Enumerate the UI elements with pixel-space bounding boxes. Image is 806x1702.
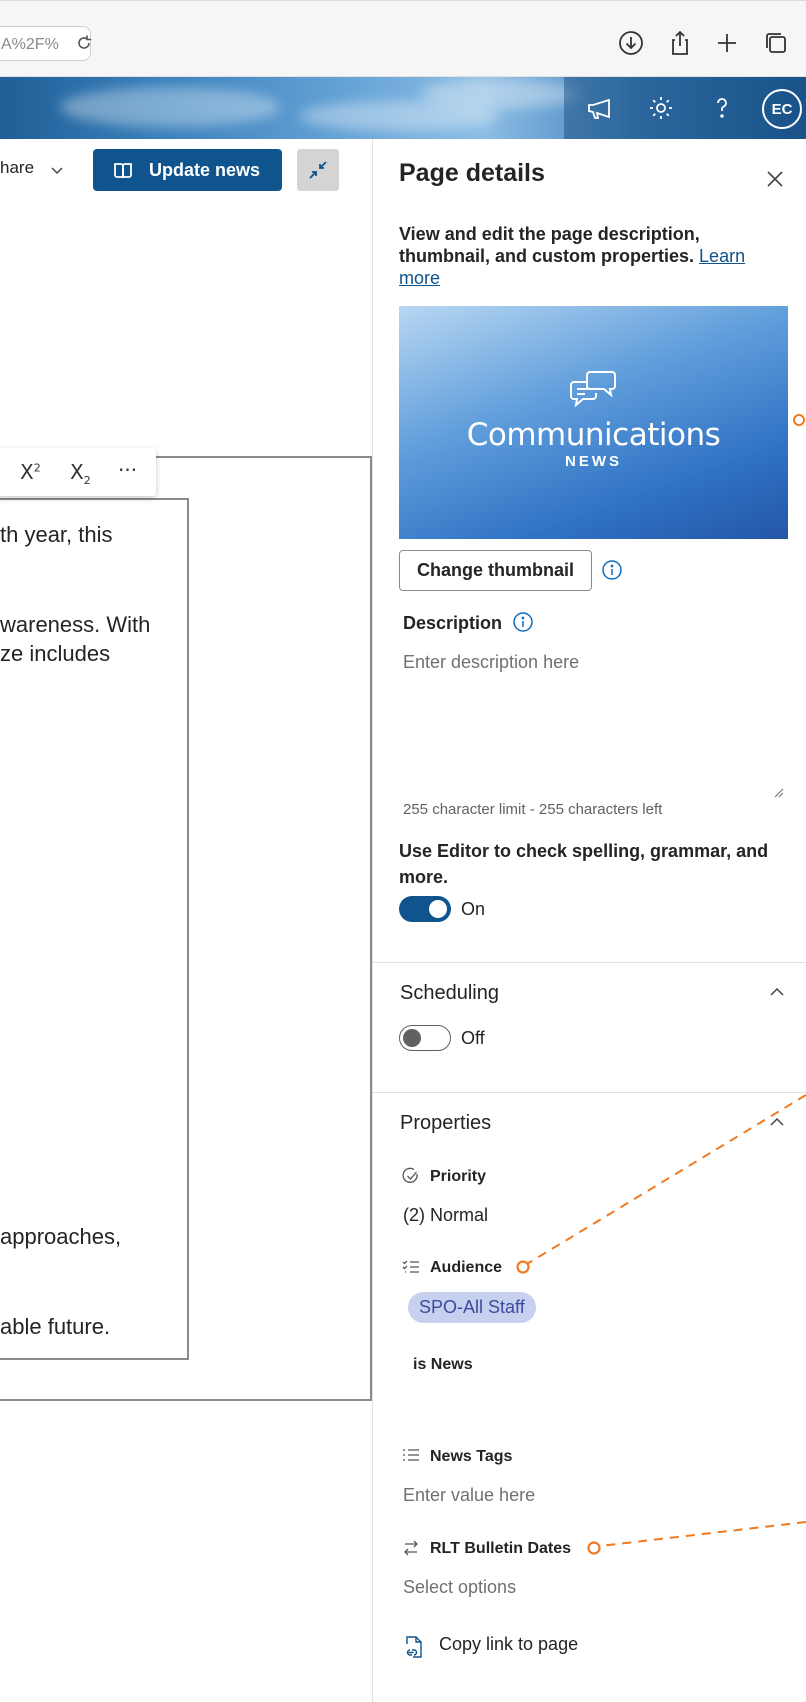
info-icon[interactable] (512, 611, 534, 633)
chevron-up-icon[interactable] (769, 984, 785, 1000)
check-circle-icon (402, 1167, 418, 1183)
list-icon (403, 1449, 419, 1461)
body-text-line: wareness. With (0, 612, 151, 637)
rlt-bulletin-dates-select[interactable]: Select options (403, 1577, 516, 1598)
site-header-banner (0, 77, 806, 139)
description-input[interactable]: Enter description here (399, 640, 785, 800)
divider (373, 962, 806, 963)
priority-label: Priority (430, 1168, 487, 1185)
news-tags-label: News Tags (430, 1448, 513, 1465)
browser-toolbar: A%2F% (0, 0, 806, 77)
update-news-label: Update news (149, 159, 261, 180)
thumbnail-image: Communications NEWS (399, 306, 788, 539)
swap-icon (404, 1540, 418, 1556)
change-thumbnail-button[interactable]: Change thumbnail (399, 550, 592, 591)
collapse-button[interactable] (297, 149, 339, 191)
thumbnail-subtitle: NEWS (565, 453, 622, 470)
download-icon[interactable] (617, 29, 645, 57)
scheduling-toggle-state: Off (461, 1028, 485, 1048)
new-tab-icon[interactable] (713, 29, 741, 57)
divider (373, 1092, 806, 1093)
editor-toggle-state: On (461, 899, 486, 919)
panel-title: Page details (399, 159, 545, 187)
character-limit: 255 character limit - 255 characters lef… (403, 801, 663, 818)
collapse-icon (309, 161, 327, 179)
scheduling-heading[interactable]: Scheduling (400, 982, 499, 1005)
copy-link-icon (406, 1636, 422, 1658)
update-news-button[interactable]: Update news (93, 149, 282, 191)
checklist-icon (402, 1260, 419, 1273)
close-icon[interactable] (765, 169, 785, 189)
chevron-up-icon[interactable] (769, 1114, 785, 1130)
is-news-label: is News (413, 1356, 473, 1373)
panel-description: View and edit the page description, thum… (399, 224, 746, 288)
superscript-button[interactable]: X2 (20, 460, 41, 484)
thumbnail-title: Communications (466, 417, 721, 453)
audience-tag[interactable]: SPO-All Staff (408, 1292, 536, 1323)
share-button-label[interactable]: hare (0, 158, 34, 178)
copy-link-button[interactable]: Copy link to page (439, 1634, 578, 1655)
book-icon (114, 163, 132, 178)
audience-label: Audience (430, 1259, 503, 1276)
scheduling-toggle[interactable] (399, 1025, 451, 1051)
description-label: Description (403, 613, 503, 633)
info-icon[interactable] (601, 559, 623, 581)
chevron-down-icon[interactable] (50, 163, 64, 177)
help-icon[interactable] (707, 93, 737, 123)
properties-heading[interactable]: Properties (400, 1112, 491, 1135)
news-tags-input[interactable]: Enter value here (403, 1485, 535, 1506)
share-icon[interactable] (666, 29, 694, 57)
megaphone-icon[interactable] (584, 93, 614, 123)
editor-check-label: Use Editor to check spelling, grammar, a… (399, 841, 769, 887)
rlt-bulletin-dates-label: RLT Bulletin Dates (430, 1540, 572, 1557)
subscript-button[interactable]: X2 (70, 460, 91, 487)
editor-toggle[interactable] (399, 896, 451, 922)
tabs-icon[interactable] (762, 29, 790, 57)
body-text-line: approaches, (0, 1224, 122, 1249)
body-text-line: able future. (0, 1314, 111, 1339)
priority-value[interactable]: (2) Normal (403, 1205, 488, 1226)
url-text: A%2F% (1, 36, 59, 53)
text-formatting-toolbar: X2 X2 ··· (0, 448, 156, 496)
more-options-button[interactable]: ··· (118, 458, 137, 482)
avatar[interactable]: EC (762, 89, 802, 129)
gear-icon[interactable] (646, 93, 676, 123)
body-text-line: th year, this (0, 522, 113, 547)
reload-icon[interactable] (75, 34, 93, 52)
resize-grip-icon[interactable] (772, 786, 784, 798)
chat-bubbles-icon (570, 371, 616, 408)
body-text-line: ze includes (0, 641, 111, 666)
